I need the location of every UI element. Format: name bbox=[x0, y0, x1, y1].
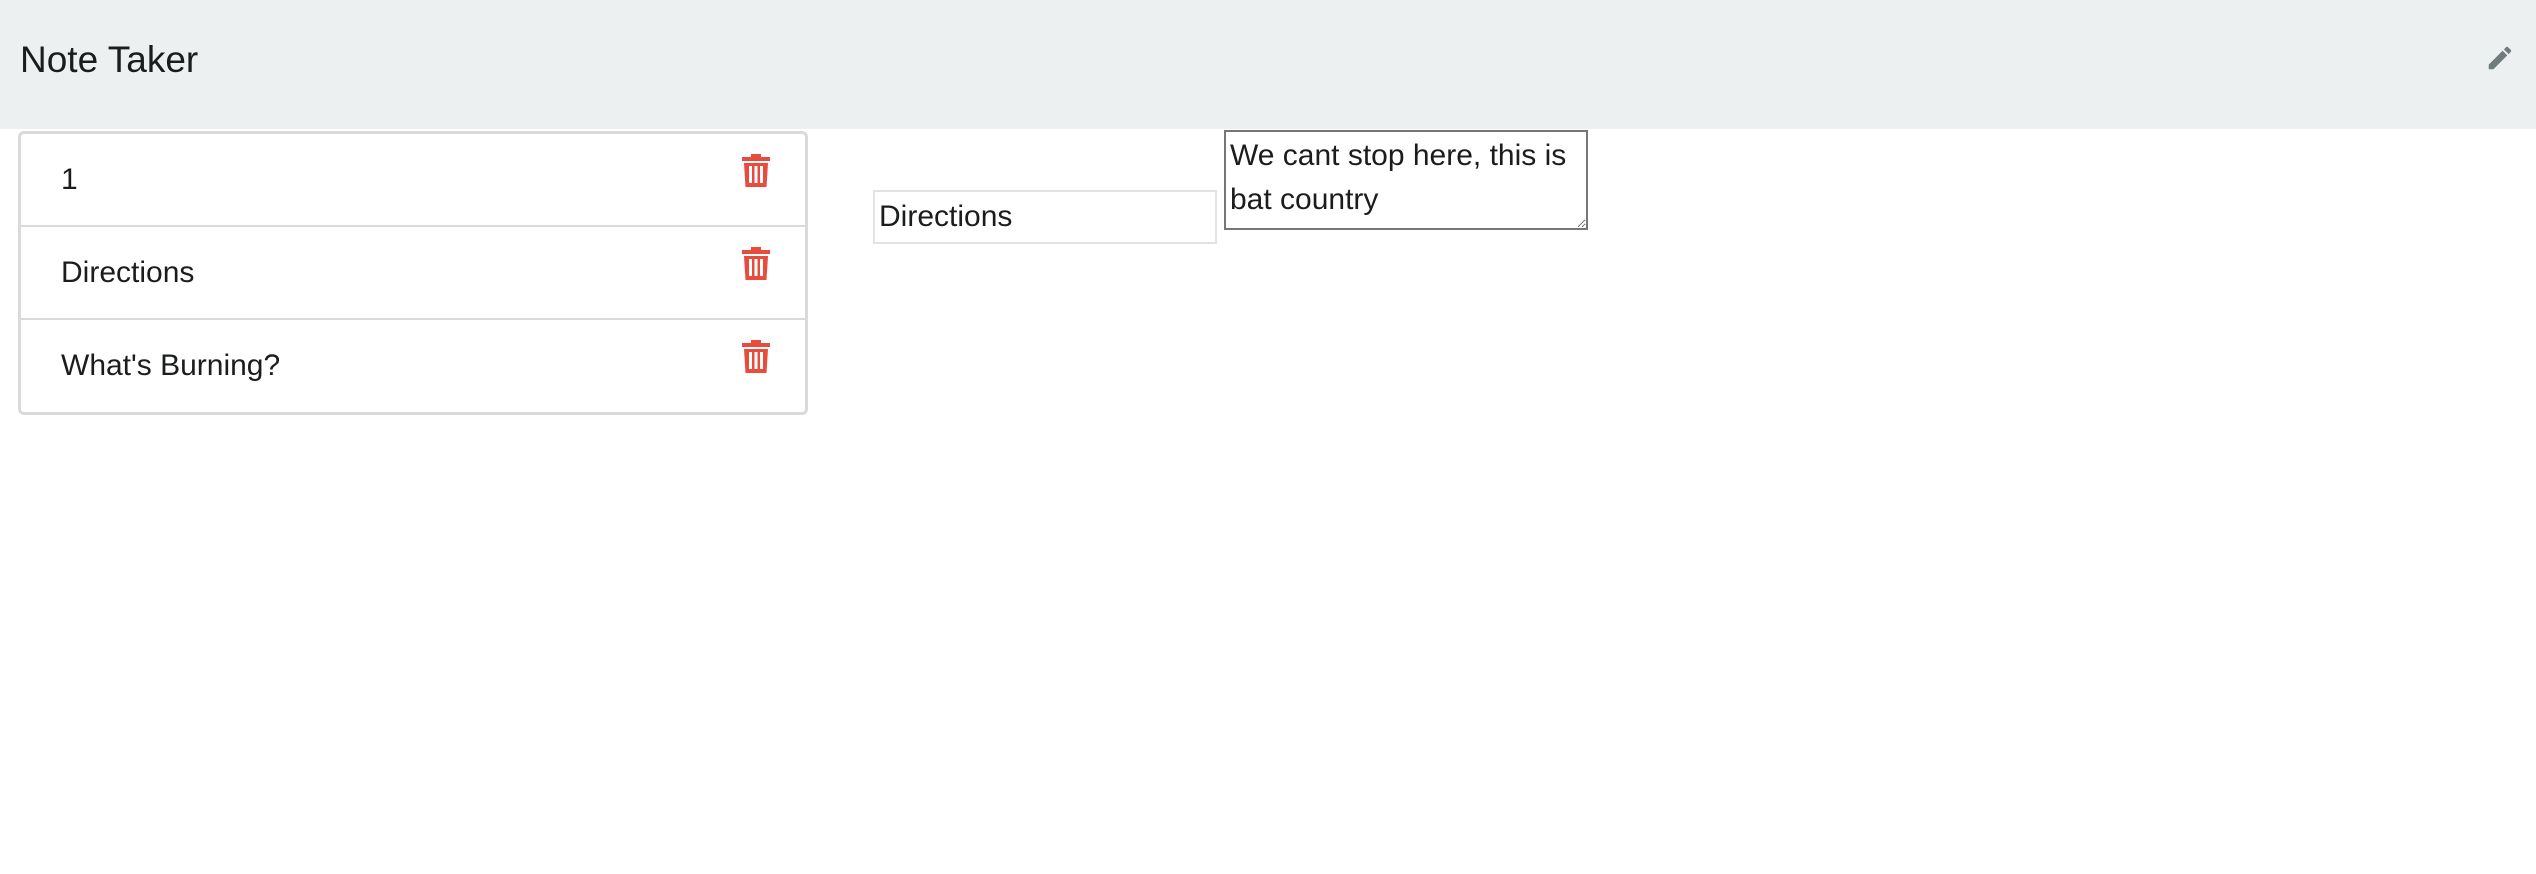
notes-list: 1 Directions What's Burning? bbox=[18, 131, 808, 415]
list-item[interactable]: 1 bbox=[21, 134, 805, 227]
delete-note-button[interactable] bbox=[739, 246, 773, 286]
edit-note-button[interactable] bbox=[2480, 40, 2520, 80]
note-title-input[interactable] bbox=[873, 190, 1217, 244]
note-title: What's Burning? bbox=[61, 349, 281, 382]
delete-note-button[interactable] bbox=[739, 153, 773, 193]
list-item[interactable]: What's Burning? bbox=[21, 320, 805, 413]
pencil-icon bbox=[2485, 43, 2515, 78]
note-title: 1 bbox=[61, 163, 78, 196]
app-title: Note Taker bbox=[20, 39, 199, 80]
trash-icon bbox=[742, 339, 770, 379]
trash-icon bbox=[742, 153, 770, 193]
note-title: Directions bbox=[61, 256, 195, 289]
list-item[interactable]: Directions bbox=[21, 227, 805, 320]
delete-note-button[interactable] bbox=[739, 339, 773, 379]
note-body-textarea[interactable]: We cant stop here, this is bat country bbox=[1224, 130, 1588, 230]
app-header: Note Taker bbox=[0, 0, 2536, 129]
trash-icon bbox=[742, 246, 770, 286]
